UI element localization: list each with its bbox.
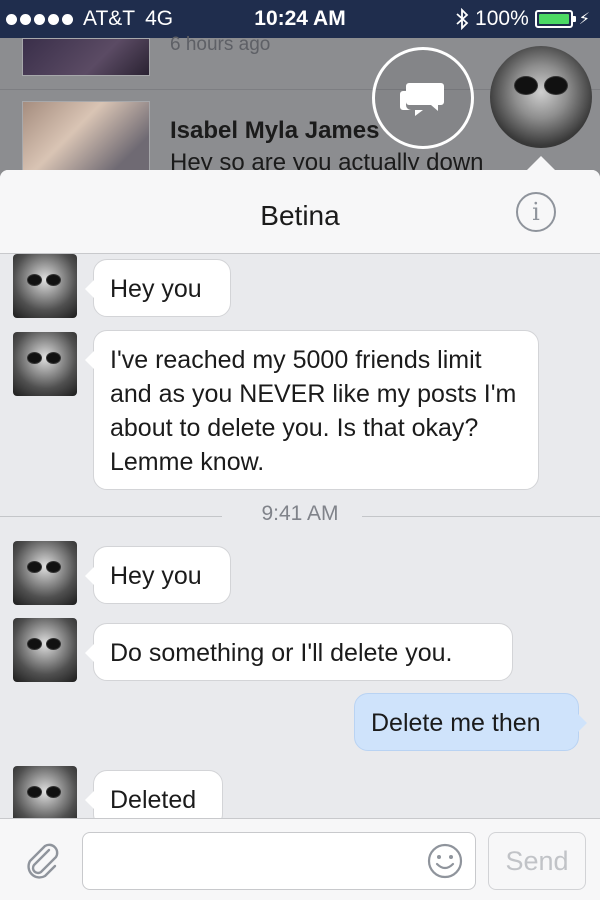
- timestamp-label: 9:41 AM: [261, 502, 339, 525]
- status-bar: AT&T 4G 10:24 AM 100% ⚡: [0, 0, 600, 38]
- message-bubbles-icon: [400, 83, 444, 116]
- send-button[interactable]: Send: [488, 832, 586, 890]
- charging-icon: ⚡: [578, 11, 590, 28]
- message-list[interactable]: Hey you I've reached my 5000 friends lim…: [0, 254, 600, 818]
- message-bubble: Do something or I'll delete you.: [85, 623, 513, 681]
- battery-icon: [534, 10, 576, 28]
- emoji-icon[interactable]: [427, 843, 463, 879]
- sender-avatar[interactable]: [13, 766, 77, 818]
- sunglasses-icon: [514, 76, 568, 95]
- chat-heads-button[interactable]: [372, 47, 474, 149]
- message-bubble: Hey you: [85, 259, 231, 317]
- message-bubble-outgoing: Delete me then: [354, 693, 587, 751]
- message-composer: Send: [0, 818, 600, 900]
- message-input[interactable]: [82, 832, 476, 890]
- message-bubble: Deleted: [85, 770, 223, 818]
- feed-thumbnail: [22, 101, 150, 177]
- conversation-panel: Betina i Hey you I've reached my 5000 fr…: [0, 170, 600, 900]
- sender-avatar[interactable]: [13, 332, 77, 396]
- feed-name: Isabel Myla James: [170, 117, 380, 144]
- info-button[interactable]: i: [516, 192, 556, 232]
- paperclip-icon[interactable]: [22, 841, 62, 881]
- feed-time: 6 hours ago: [170, 34, 271, 55]
- sender-avatar[interactable]: [13, 618, 77, 682]
- timestamp-divider: 9:41 AM: [0, 502, 600, 532]
- chat-head-avatar[interactable]: [490, 46, 592, 148]
- sender-avatar[interactable]: [13, 254, 77, 318]
- message-bubble: I've reached my 5000 friends limit and a…: [85, 330, 539, 490]
- status-right: 100% ⚡: [455, 7, 590, 31]
- message-bubble: Hey you: [85, 546, 231, 604]
- chat-head-pointer: [527, 156, 555, 170]
- conversation-title: Betina: [260, 200, 340, 231]
- battery-percent: 100%: [475, 7, 529, 30]
- feed-thumbnail: [22, 38, 150, 76]
- conversation-header: Betina i: [0, 170, 600, 254]
- sender-avatar[interactable]: [13, 541, 77, 605]
- bluetooth-icon: [456, 8, 469, 30]
